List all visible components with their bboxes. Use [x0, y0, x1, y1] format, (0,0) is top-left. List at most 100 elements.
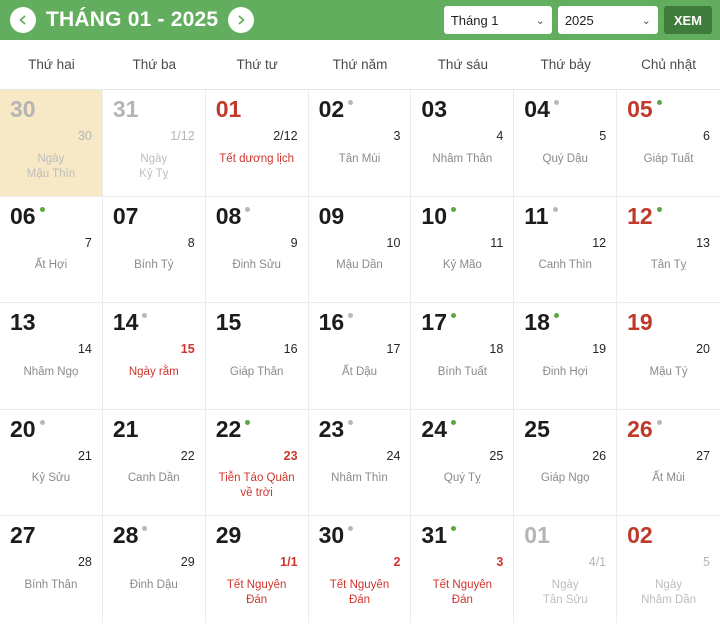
solar-date: 31	[112, 96, 139, 122]
solar-date: 18	[524, 309, 550, 335]
calendar-day-cell[interactable]: 18 19 Đinh Hợi	[514, 303, 618, 410]
good-day-dot-icon	[348, 207, 353, 212]
calendar-day-cell[interactable]: 06 7 Ất Hợi	[0, 196, 103, 303]
day-note: Nhâm Thân	[432, 152, 493, 165]
chevron-right-icon	[238, 15, 245, 25]
day-note: Ngày Tân Sửu	[542, 578, 588, 606]
calendar-day-cell[interactable]: 10 11 Kỷ Mão	[411, 196, 515, 303]
day-note: Nhâm Thìn	[331, 472, 388, 485]
lunar-date: 14	[77, 342, 92, 356]
calendar-day-cell[interactable]: 31 1/12 Ngày Kỷ Tỵ	[102, 90, 206, 197]
solar-date: 10	[421, 202, 448, 229]
calendar-day-cell[interactable]: 25 26 Giáp Ngọ	[514, 409, 618, 516]
month-select-value: Tháng 1	[450, 12, 499, 28]
good-day-dot-icon	[39, 206, 45, 212]
view-button[interactable]: XEM	[663, 6, 712, 34]
calendar-day-cell[interactable]: 22 23 Tiễn Táo Quân về trời	[205, 409, 309, 516]
good-day-dot-icon	[657, 313, 662, 318]
next-month-button[interactable]	[228, 7, 255, 33]
solar-date: 27	[10, 522, 36, 548]
day-note: Canh Dần	[127, 472, 180, 485]
solar-date-row: 04	[524, 98, 606, 124]
good-day-dot-icon	[39, 419, 45, 425]
solar-date: 21	[112, 415, 139, 442]
calendar-day-cell[interactable]: 08 9 Đinh Sửu	[205, 196, 309, 303]
calendar-day-cell[interactable]: 28 29 Đinh Dậu	[102, 516, 206, 623]
day-note: Quý Tỵ	[443, 472, 481, 485]
solar-date: 23	[318, 415, 345, 442]
solar-date: 26	[627, 415, 653, 442]
solar-date: 12	[627, 202, 653, 229]
calendar-day-cell[interactable]: 01 2/12 Tết dương lịch	[205, 90, 309, 197]
day-note: Bính Thân	[24, 578, 78, 591]
calendar-day-cell[interactable]: 03 4 Nhâm Thân	[411, 90, 515, 197]
good-day-dot-icon	[553, 100, 559, 105]
solar-date-row: 30	[10, 98, 92, 124]
solar-date-row: 14	[113, 311, 195, 337]
good-day-dot-icon	[451, 206, 457, 212]
day-note: Tiễn Táo Quân về trời	[218, 472, 295, 500]
calendar-day-cell[interactable]: 05 6 Giáp Tuất	[617, 90, 720, 197]
solar-date: 24	[421, 415, 448, 442]
calendar-day-cell[interactable]: 14 15 Ngày rằm	[102, 303, 206, 410]
calendar-day-cell[interactable]: 19 20 Mậu Tý	[617, 303, 720, 410]
solar-date-row: 18	[524, 311, 606, 337]
calendar-day-cell[interactable]: 30 30 Ngày Mậu Thìn	[0, 90, 103, 197]
calendar-day-cell[interactable]: 24 25 Quý Tỵ	[411, 409, 515, 516]
calendar-day-cell[interactable]: 23 24 Nhâm Thìn	[308, 409, 412, 516]
calendar-day-cell[interactable]: 20 21 Kỷ Sửu	[0, 409, 103, 516]
day-note: Canh Thìn	[538, 259, 592, 272]
calendar-day-cell[interactable]: 15 16 Giáp Thân	[205, 303, 309, 410]
solar-date: 25	[524, 415, 550, 442]
calendar-day-cell[interactable]: 26 27 Ất Mùi	[617, 409, 720, 516]
solar-date-row: 25	[524, 415, 606, 444]
solar-date-row: 10	[421, 202, 503, 231]
calendar-day-cell[interactable]: 04 5 Quý Dậu	[514, 90, 618, 197]
good-day-dot-icon	[451, 313, 457, 318]
solar-date-row: 17	[421, 311, 503, 337]
lunar-date: 4/1	[588, 555, 607, 569]
solar-date-row: 31	[421, 524, 503, 550]
calendar-day-cell[interactable]: 01 4/1 Ngày Tân Sửu	[514, 516, 618, 623]
good-day-dot-icon	[656, 206, 662, 212]
day-note: Tết Nguyên Đán	[329, 578, 390, 606]
calendar-day-cell[interactable]: 31 3 Tết Nguyên Đán	[411, 516, 515, 623]
calendar-day-cell[interactable]: 07 8 Bính Tý	[102, 196, 206, 303]
year-select[interactable]: 2025 ⌄	[557, 6, 658, 34]
calendar-day-cell[interactable]: 30 2 Tết Nguyên Đán	[308, 516, 412, 623]
solar-date-row: 20	[10, 417, 92, 444]
prev-month-button[interactable]	[10, 7, 36, 33]
good-day-dot-icon	[348, 419, 354, 425]
weekday-header-4: Thứ sáu	[437, 57, 488, 72]
good-day-dot-icon	[657, 526, 662, 531]
solar-date-row: 22	[216, 417, 298, 444]
solar-date-row: 21	[112, 415, 195, 444]
header-controls: Tháng 1 ⌄ 2025 ⌄ XEM	[443, 6, 712, 34]
solar-date: 28	[112, 522, 139, 548]
good-day-dot-icon	[245, 206, 251, 212]
lunar-date: 23	[283, 448, 298, 463]
solar-date-row: 13	[10, 311, 92, 337]
day-note: Đinh Dậu	[129, 578, 178, 591]
solar-date: 02	[318, 96, 345, 122]
solar-date-row: 31	[113, 98, 195, 124]
lunar-date: 19	[592, 342, 607, 356]
calendar-day-cell[interactable]: 16 17 Ất Dậu	[308, 303, 412, 410]
calendar-day-cell[interactable]: 13 14 Nhâm Ngọ	[0, 303, 103, 410]
calendar-day-cell[interactable]: 17 18 Bính Tuất	[411, 303, 515, 410]
calendar-day-cell[interactable]: 21 22 Canh Dần	[102, 409, 206, 516]
solar-date-row: 07	[113, 204, 195, 231]
solar-date-row: 30	[319, 524, 401, 550]
calendar-day-cell[interactable]: 12 13 Tân Tỵ	[617, 196, 720, 303]
calendar-day-cell[interactable]: 02 5 Ngày Nhâm Dần	[617, 516, 720, 623]
month-select[interactable]: Tháng 1 ⌄	[443, 6, 552, 34]
calendar-day-cell[interactable]: 11 12 Canh Thìn	[514, 196, 618, 303]
lunar-date: 3	[393, 129, 401, 143]
solar-date: 06	[10, 202, 36, 229]
calendar-day-cell[interactable]: 29 1/1 Tết Nguyên Đán	[205, 516, 309, 623]
day-note: Giáp Ngọ	[540, 472, 590, 485]
calendar-day-cell[interactable]: 27 28 Bính Thân	[0, 516, 103, 623]
solar-date-row: 28	[113, 524, 195, 550]
calendar-day-cell[interactable]: 09 10 Mậu Dần	[308, 196, 412, 303]
calendar-day-cell[interactable]: 02 3 Tân Mùi	[308, 90, 412, 197]
